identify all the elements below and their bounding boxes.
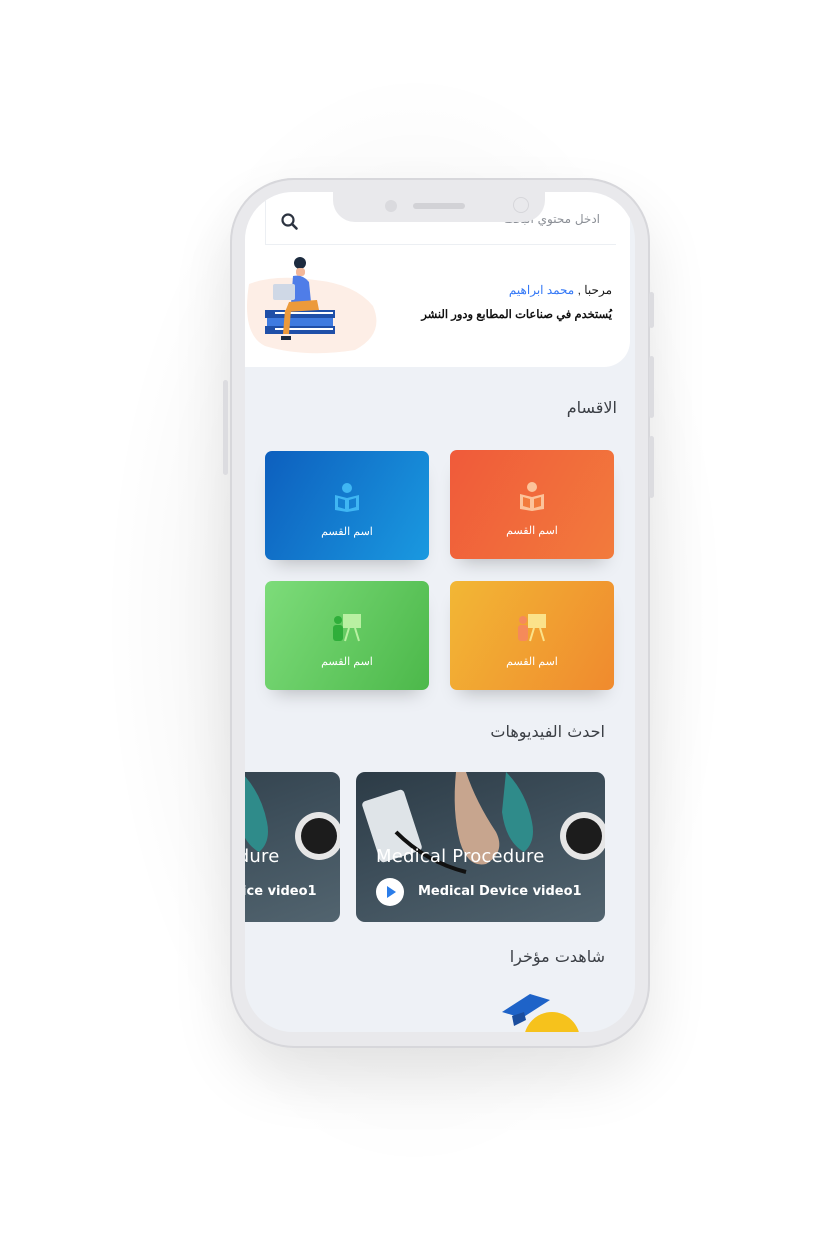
phone-volume-down — [649, 356, 654, 418]
video-subtitle: Medical Device video1 — [245, 884, 317, 899]
phone-notch — [333, 192, 545, 222]
greeting-text: مرحبا , — [577, 283, 612, 297]
reader-icon — [520, 482, 544, 511]
category-label: اسم القسم — [321, 656, 373, 668]
greeting-line: مرحبا , محمد ابراهيم — [509, 283, 612, 297]
category-label: اسم القسم — [506, 656, 558, 668]
teacher-board-icon — [518, 614, 546, 642]
video-card[interactable]: Medical Procedure Medical Device video1 — [245, 772, 340, 922]
category-card[interactable]: اسم القسم — [450, 450, 614, 559]
category-card[interactable]: اسم القسم — [265, 451, 429, 560]
video-card[interactable]: Medical Procedure Medical Device video1 — [356, 772, 605, 922]
phone-mute-switch — [223, 380, 228, 475]
earpiece-speaker — [413, 203, 465, 209]
category-card[interactable]: اسم القسم — [265, 581, 429, 690]
categories-title: الاقسام — [566, 398, 617, 417]
latest-videos-title: احدث الفيديوهات — [490, 722, 605, 741]
reader-icon — [335, 483, 359, 512]
phone-power-button — [649, 436, 654, 498]
app-screen: مرحبا , محمد ابراهيم يُستخدم في صناعات ا… — [245, 192, 635, 1032]
teacher-board-icon — [333, 614, 361, 642]
search-icon[interactable] — [280, 212, 300, 232]
video-title: Medical Procedure — [376, 846, 545, 867]
recently-watched-title: شاهدت مؤخرا — [509, 947, 605, 966]
hero-tagline: يُستخدم في صناعات المطابع ودور النشر — [421, 309, 612, 321]
category-card[interactable]: اسم القسم — [450, 581, 614, 690]
play-icon[interactable] — [376, 878, 404, 906]
reading-person-illustration — [247, 257, 377, 354]
category-label: اسم القسم — [506, 525, 558, 537]
video-subtitle: Medical Device video1 — [418, 884, 582, 899]
category-label: اسم القسم — [321, 526, 373, 538]
video-title: Medical Procedure — [245, 846, 280, 867]
phone-volume-up — [649, 292, 654, 328]
user-name[interactable]: محمد ابراهيم — [509, 283, 574, 297]
proximity-sensor — [513, 197, 529, 213]
front-camera — [385, 200, 397, 212]
graduation-cap-illustration — [502, 994, 579, 1032]
